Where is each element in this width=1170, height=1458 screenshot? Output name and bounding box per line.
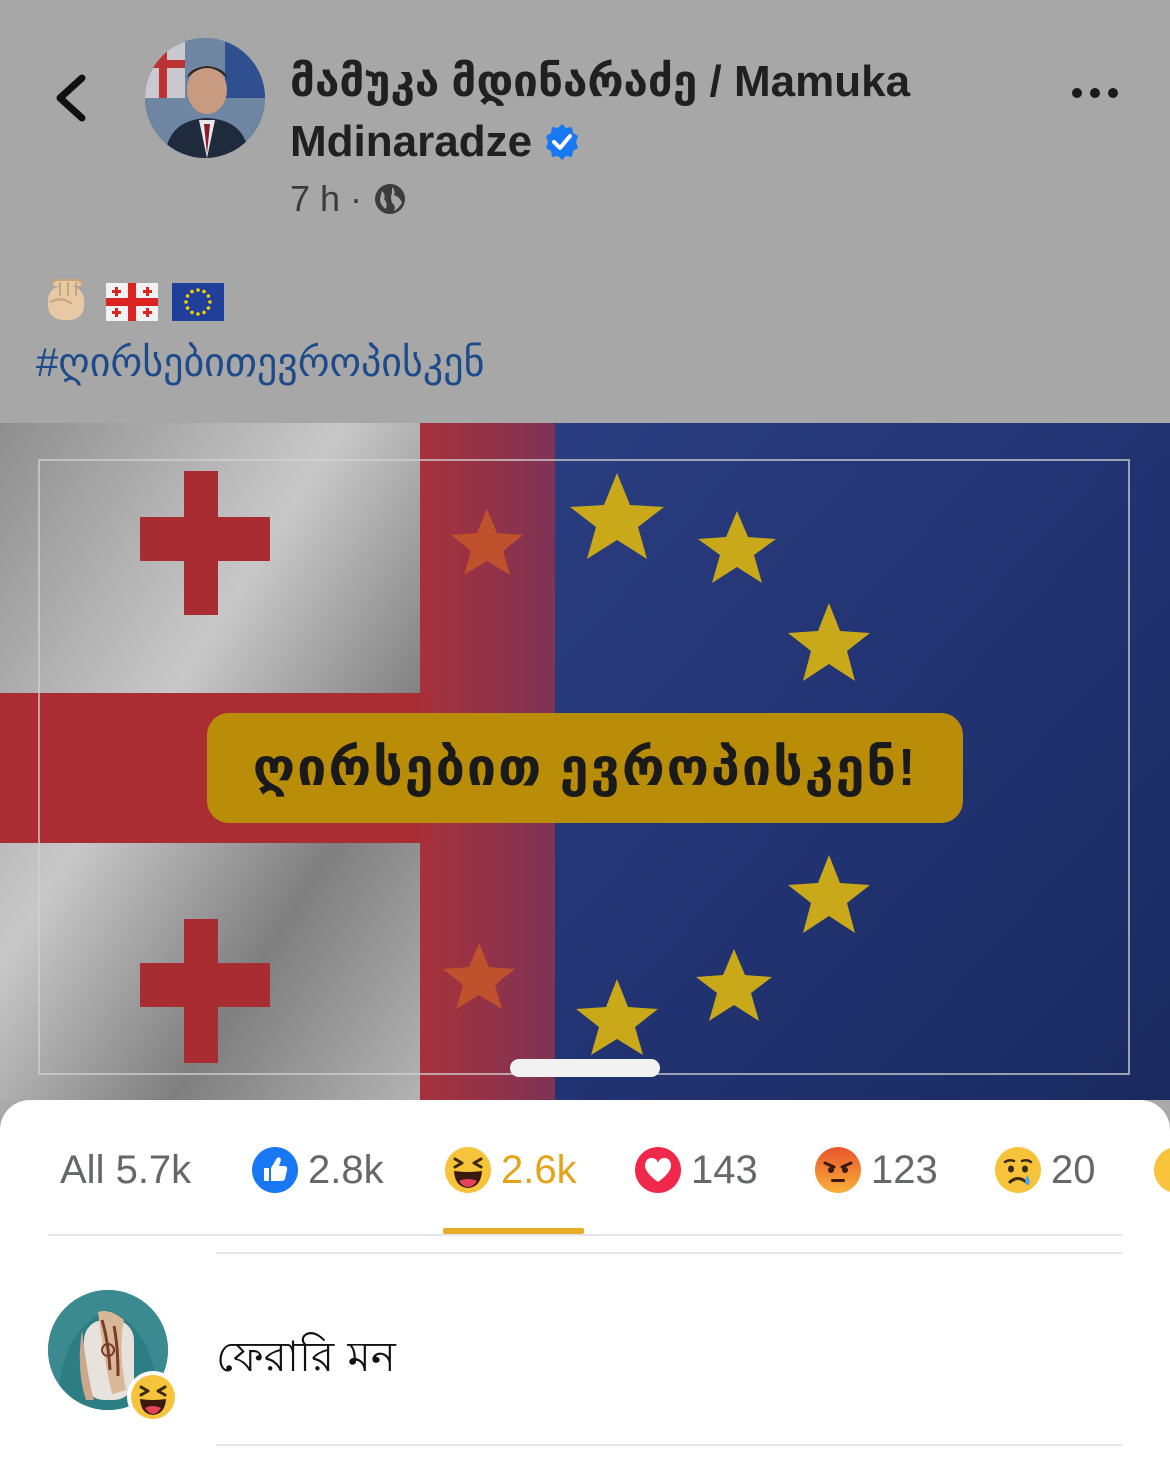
back-button[interactable] — [48, 70, 98, 126]
reactions-sheet: All 5.7k 2.8k 2.6k 143 123 20 ফেরারি মন — [0, 1100, 1170, 1458]
tab-haha[interactable]: 2.6k — [443, 1142, 577, 1198]
tab-angry-count: 123 — [871, 1147, 938, 1192]
tab-angry[interactable]: 123 — [813, 1142, 938, 1198]
reaction-tabs: All 5.7k 2.8k 2.6k 143 123 20 — [0, 1100, 1170, 1234]
verified-badge-icon — [542, 118, 582, 178]
sheet-grabber-handle[interactable] — [510, 1059, 660, 1077]
post-time[interactable]: 7 h — [290, 178, 340, 220]
author-avatar[interactable] — [145, 38, 265, 158]
post-image[interactable]: ღირსებით ევროპისკენ! — [0, 423, 1170, 1100]
tab-love-count: 143 — [691, 1147, 758, 1192]
tab-haha-count: 2.6k — [501, 1147, 577, 1192]
author-name[interactable]: მამუკა მდინარაძე / Mamuka Mdinaradze — [290, 52, 990, 178]
haha-icon — [445, 1147, 491, 1193]
post-emoji-row — [40, 276, 224, 328]
fist-emoji-icon — [48, 279, 84, 320]
tab-all-label: All 5.7k — [60, 1147, 192, 1192]
love-icon — [635, 1147, 681, 1193]
post-hashtag[interactable]: #ღირსებითევროპისკენ — [36, 340, 485, 386]
list-divider — [216, 1252, 1122, 1254]
more-dot-icon — [1072, 88, 1082, 98]
tab-sad[interactable]: 20 — [993, 1142, 1096, 1198]
wow-icon — [1154, 1148, 1170, 1192]
post-meta: 7 h · — [290, 178, 408, 220]
chevron-left-icon — [56, 74, 86, 122]
list-divider — [216, 1444, 1122, 1446]
author-photo-icon — [145, 38, 265, 158]
angry-icon — [815, 1147, 861, 1193]
sad-icon — [995, 1147, 1041, 1193]
tab-all[interactable]: All 5.7k — [60, 1142, 191, 1198]
more-dot-icon — [1090, 88, 1100, 98]
tab-like-count: 2.8k — [308, 1147, 384, 1192]
image-banner: ღირსებით ევროპისკენ! — [207, 713, 963, 823]
like-icon — [252, 1147, 298, 1193]
tabs-divider — [48, 1234, 1122, 1236]
globe-icon — [375, 184, 406, 214]
tab-like[interactable]: 2.8k — [250, 1142, 384, 1198]
author-name-text[interactable]: მამუკა მდინარაძე / Mamuka Mdinaradze — [290, 57, 910, 166]
list-item[interactable]: ফেরারি মন — [0, 1270, 1170, 1423]
haha-badge-icon — [126, 1370, 180, 1424]
more-dot-icon — [1108, 88, 1118, 98]
tab-love[interactable]: 143 — [633, 1142, 758, 1198]
more-options-button[interactable] — [1072, 88, 1118, 98]
tab-sad-count: 20 — [1051, 1147, 1096, 1192]
post-header: მამუკა მდინარაძე / Mamuka Mdinaradze 7 h… — [0, 0, 1170, 423]
georgia-flag-icon — [106, 283, 158, 321]
meta-separator: · — [350, 178, 363, 219]
reactor-name[interactable]: ফেরারি মন — [216, 1324, 396, 1395]
eu-flag-icon — [172, 283, 224, 321]
tab-more-reaction[interactable] — [1152, 1142, 1170, 1198]
